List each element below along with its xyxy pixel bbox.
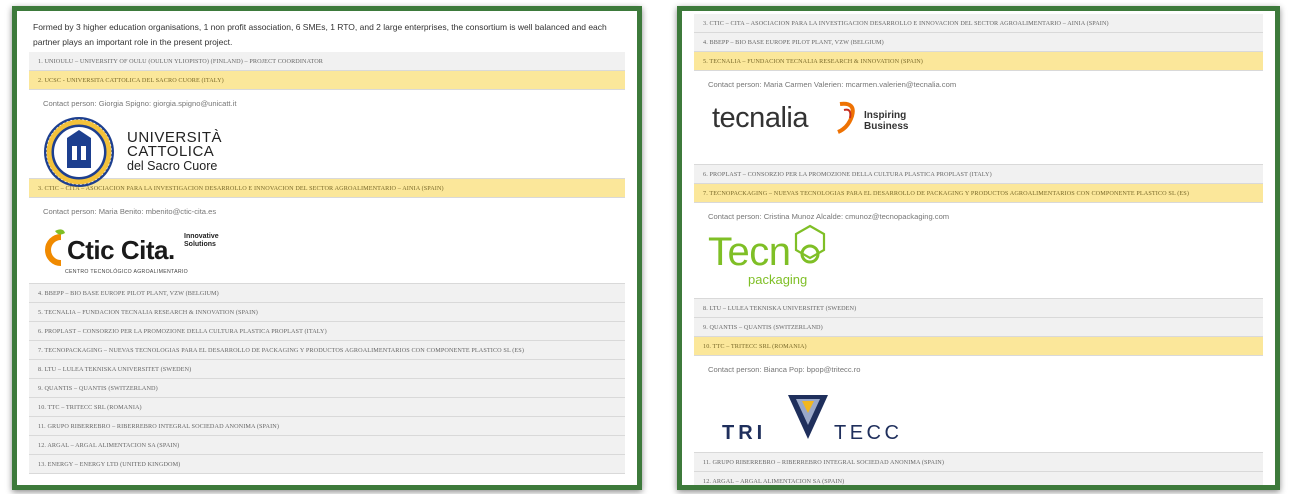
accordion-item-tecnopackaging[interactable]: 7. TECNOPACKAGING – NUEVAS TECNOLOGIAS P… [694,184,1263,203]
tritecc-logo: TRI TECC [708,379,1263,459]
tecnalia-logo: tecnalia Inspiring Business [708,96,1263,148]
contact-person-ucsc: Contact person: Giorgia Spigno: giorgia.… [43,99,237,108]
accordion-item-ltu[interactable]: 8. LTU – LULEA TEKNISKA UNIVERSITET (SWE… [694,299,1263,318]
left-screenshot-panel: Formed by 3 higher education organisatio… [12,6,642,490]
accordion-item-ctic[interactable]: 3. CTIC – CITA – ASOCIACION PARA LA INVE… [694,14,1263,33]
accordion-panel-ucsc: Contact person: Giorgia Spigno: giorgia.… [29,90,625,187]
tecnalia-logo-tagline: Inspiring Business [864,110,908,132]
tecnalia-tag-2: Business [864,121,909,132]
contact-person-tecnopackaging: Contact person: Cristina Munoz Alcalde: … [708,212,950,221]
accordion-panel-ctic: Contact person: Maria Benito: mbenito@ct… [29,198,625,284]
tritecc-triangle-icon [788,395,828,439]
intro-text: Formed by 3 higher education organisatio… [17,11,637,52]
accordion-item-proplast[interactable]: 6. PROPLAST – CONSORZIO PER LA PROMOZION… [694,165,1263,184]
contact-person-tritecc: Contact person: Bianca Pop: bpop@tritecc… [708,365,861,374]
contact-person-ctic: Contact person: Maria Benito: mbenito@ct… [43,207,217,216]
accordion-panel-tecnopackaging: Contact person: Cristina Munoz Alcalde: … [694,203,1263,299]
partner-accordion-continued: 3. CTIC – CITA – ASOCIACION PARA LA INVE… [694,14,1263,485]
tritecc-logo-left: TRI [722,422,767,444]
accordion-item-argal[interactable]: 12. ARGAL – ARGAL ALIMENTACION SA (SPAIN… [29,436,625,455]
accordion-panel-tritecc: Contact person: Bianca Pop: bpop@tritecc… [694,356,1263,453]
tecnopackaging-logo-subtitle: packaging [748,272,808,287]
ctic-logo-name: Ctic Cita. [67,235,175,265]
right-screenshot-panel: 3. CTIC – CITA – ASOCIACION PARA LA INVE… [677,6,1280,490]
ctic-logo-tagline: Innovative Solutions [184,233,219,249]
ctic-tag-1: Innovative [184,233,219,240]
accordion-item-unioulu[interactable]: 1. UNIOULU – UNIVERSITY OF OULU (OULUN Y… [29,52,625,71]
accordion-item-tecnalia[interactable]: 5. TECNALIA – FUNDACION TECNALIA RESEARC… [29,303,625,322]
tecnopackaging-logo: Tecn packaging [708,224,1263,292]
tecno-hexagon-icon [794,224,826,264]
accordion-item-quantis[interactable]: 9. QUANTIS – QUANTIS (SWITZERLAND) [29,379,625,398]
accordion-item-ltu[interactable]: 8. LTU – LULEA TEKNISKA UNIVERSITET (SWE… [29,360,625,379]
ctic-logo-subtitle: CENTRO TECNOLÓGICO AGROALIMENTARIO [65,269,188,275]
tecnalia-logo-name: tecnalia [712,102,808,134]
tecnopackaging-logo-name: Tecn [708,230,791,274]
accordion-item-tecnalia[interactable]: 5. TECNALIA – FUNDACION TECNALIA RESEARC… [694,52,1263,71]
accordion-item-tritecc[interactable]: 10. TTC – TRITECC SRL (ROMANIA) [694,337,1263,356]
accordion-item-quantis[interactable]: 9. QUANTIS – QUANTIS (SWITZERLAND) [694,318,1263,337]
tritecc-logo-right: TECC [834,422,903,444]
accordion-item-tritecc[interactable]: 10. TTC – TRITECC SRL (ROMANIA) [29,398,625,417]
ctic-tag-2: Solutions [184,241,216,248]
intro-line-1: Formed by 3 higher education organisatio… [33,22,607,32]
accordion-item-riberrebro[interactable]: 11. GRUPO RIBERREBRO – RIBERREBRO INTEGR… [29,417,625,436]
contact-person-tecnalia: Contact person: Maria Carmen Valerien: m… [708,80,957,89]
accordion-item-proplast[interactable]: 6. PROPLAST – CONSORZIO PER LA PROMOZION… [29,322,625,341]
accordion-item-ucsc[interactable]: 2. UCSC - UNIVERSITA CATTOLICA DEL SACRO… [29,71,625,90]
accordion-item-bbepp[interactable]: 4. BBEPP – BIO BASE EUROPE PILOT PLANT, … [694,33,1263,52]
ucsc-logo-line-2: CATTOLICA [127,143,215,160]
accordion-item-bbepp[interactable]: 4. BBEPP – BIO BASE EUROPE PILOT PLANT, … [29,284,625,303]
accordion-item-energy[interactable]: 13. ENERGY – ENERGY LTD (UNITED KINGDOM) [29,455,625,474]
partner-accordion: 1. UNIOULU – UNIVERSITY OF OULU (OULUN Y… [29,52,625,474]
ctic-logo: Ctic Cita. Innovative Solutions CENTRO T… [43,221,625,281]
accordion-item-ctic[interactable]: 3. CTIC – CITA – ASOCIACION PARA LA INVE… [29,179,625,198]
tecnalia-tag-1: Inspiring [864,110,907,121]
accordion-item-tecnopackaging[interactable]: 7. TECNOPACKAGING – NUEVAS TECNOLOGIAS P… [29,341,625,360]
ucsc-logo-line-3: del Sacro Cuore [127,159,218,173]
tecnalia-swoosh-icon [837,101,855,134]
ctic-leaf-icon [45,229,65,266]
ucsc-seal-icon [44,117,114,187]
accordion-item-argal[interactable]: 12. ARGAL – ARGAL ALIMENTACION SA (SPAIN… [694,472,1263,485]
intro-line-2: partner plays an important role in the p… [33,37,233,47]
accordion-panel-tecnalia: Contact person: Maria Carmen Valerien: m… [694,71,1263,165]
